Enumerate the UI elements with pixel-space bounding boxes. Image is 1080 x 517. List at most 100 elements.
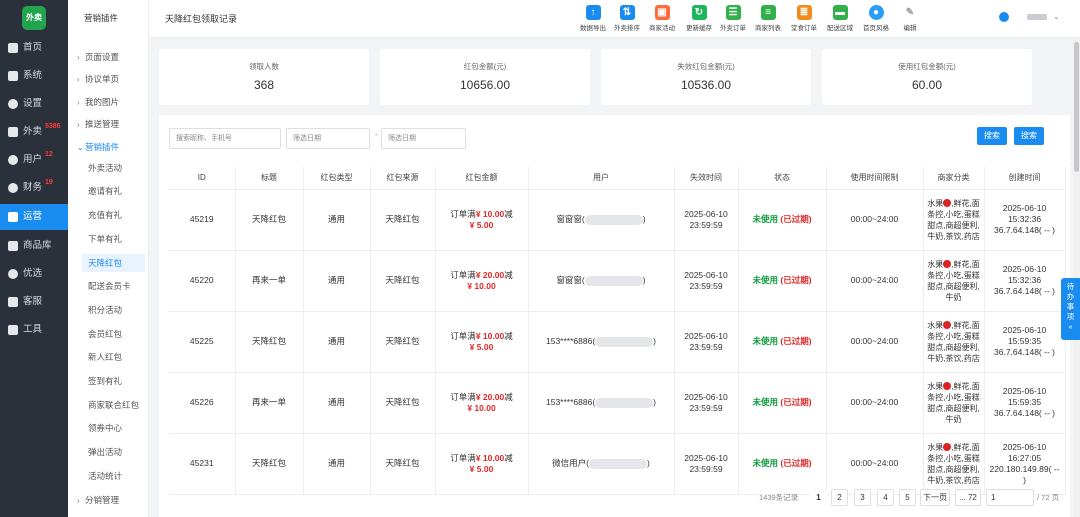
cell-created: 2025-06-10 15:32:36 36.7.64.148( -- ) [984,250,1066,312]
subnav-group-page-settings[interactable]: › 页面设置 [77,51,119,63]
cell-category: 水果 ,鲜花,面条控,小吃,蛋糕甜点,商超便利,牛奶,茶饮,药店 [923,433,985,495]
sidebar-item-label: 工具 [23,324,43,335]
page-button-2[interactable]: 2 [831,489,848,506]
status-expired: (已过期) [780,458,812,468]
cell-category: 水果 ,鲜花,面条控,小吃,蛋糕甜点,商超便利,牛奶 [923,250,985,312]
cell-type: 通用 [303,372,371,434]
amount-mid: 减 [504,208,513,219]
chevron-down-icon[interactable]: ⌄ [1053,12,1060,21]
tool-edit[interactable]: ✎ 编辑 [893,5,927,32]
cell-type: 通用 [303,189,371,251]
money-icon [8,183,18,193]
col-header[interactable]: ID [169,167,236,190]
stat-label: 红包金额(元) [463,62,507,71]
reset-button[interactable]: 搜索 [1014,127,1044,145]
stat-value: 10656.00 [459,78,511,92]
cell-title: 再来一单 [235,372,304,434]
sidebar-item-takeout[interactable]: 外卖 5386 [0,120,68,144]
receipt-icon: ≣ [796,5,812,20]
keyword-search-input[interactable]: 搜索昵称、手机号 [169,128,281,149]
last-page-button[interactable]: ... 72 [955,489,981,506]
tool-merchant-activity[interactable]: ▣ 商家活动 [645,5,679,32]
scrollbar-thumb[interactable] [1074,42,1079,172]
cell-time-limit: 00:00~24:00 [826,311,924,373]
created-time: 16:27:05 [1007,452,1042,463]
tool-label: 首页风格 [863,25,889,32]
subnav-item-stats[interactable]: 活动统计 [82,467,145,485]
tool-merchant-list[interactable]: ≡ 商家列表 [751,5,785,32]
subnav-item-newcomer-redpacket[interactable]: 新人红包 [82,348,145,366]
subnav-item-points[interactable]: 积分活动 [82,301,145,319]
subnav-group-marketing[interactable]: ⌄营销插件 [77,141,119,153]
sidebar-item-home[interactable]: 首页 [0,36,68,60]
subnav-item-checkin[interactable]: 签到有礼 [82,372,145,390]
amount-off: ¥ 10.00 [467,280,496,291]
user-avatar-icon[interactable] [999,12,1009,22]
cell-source: 天降红包 [370,372,436,434]
page-button-4[interactable]: 4 [877,489,894,506]
end-date-input[interactable]: 筛选日期 [381,128,466,149]
status-expired: (已过期) [780,275,812,285]
amount-min: ¥ 10.00 [475,208,505,219]
sidebar-item-product-library[interactable]: 商品库 [0,234,68,258]
subnav-item-takeout-activity[interactable]: 外卖活动 [82,159,145,177]
truck-icon: ▬ [832,5,848,20]
created-date: 2025-06-10 [1002,386,1047,396]
subnav-group-images[interactable]: › 我的图片 [77,96,119,108]
tool-refresh-cache[interactable]: ↻ 更新缓存 [682,5,716,32]
sidebar-item-settings[interactable]: 设置 [0,92,68,116]
cell-created: 2025-06-10 16:27:05 220.180.149.89( -- ) [984,433,1066,495]
subnav-item-member-redpacket[interactable]: 会员红包 [82,325,145,343]
sidebar-item-system[interactable]: 系统 [0,64,68,88]
subnav-item-coupon-center[interactable]: 领券中心 [82,419,145,437]
subnav-group-distribution[interactable]: › 分销管理 [77,494,119,506]
tool-dinein-orders[interactable]: ≣ 堂食订单 [787,5,821,32]
cell-category: 水果 ,鲜花,面条控,小吃,蛋糕甜点,商超便利,牛奶,茶饮,药店 [923,311,985,373]
page-button-5[interactable]: 5 [899,489,916,506]
todo-float-tab[interactable]: 待办事项 « [1061,278,1080,340]
subnav-item-popup[interactable]: 弹出活动 [82,443,145,461]
page-button-3[interactable]: 3 [854,489,871,506]
chevron-down-icon: ⌄ [77,143,84,152]
cell-amount: 订单满¥ 10.00减 ¥ 5.00 [435,433,529,495]
sidebar-item-preferred[interactable]: 优选 [0,262,68,286]
start-date-input[interactable]: 筛选日期 [286,128,370,149]
app-logo[interactable]: 外卖 [22,6,46,30]
sidebar-item-tools[interactable]: 工具 [0,318,68,342]
sidebar-item-users[interactable]: 用户 12 [0,148,68,172]
subnav-group-label: 分销管理 [85,495,120,505]
subnav-group-agreement[interactable]: › 协议单页 [77,73,119,85]
cell-status: 未使用 (已过期) [738,250,827,312]
tool-home-style[interactable]: ● 首页风格 [859,5,893,32]
stat-value: 368 [253,78,275,92]
sidebar-item-finance[interactable]: 财务 19 [0,176,68,200]
subnav-item-delivery-card[interactable]: 配送会员卡 [82,277,145,295]
subnav-item-recharge[interactable]: 充值有礼 [82,206,145,224]
subnav-group-label: 营销插件 [85,142,120,152]
sidebar-badge: 19 [45,179,53,186]
subnav-group-push[interactable]: › 推送管理 [77,118,119,130]
user-name-redacted[interactable] [1027,14,1047,20]
cell-time-limit: 00:00~24:00 [826,372,924,434]
tool-sort[interactable]: ⇅ 外卖排序 [610,5,644,32]
search-button[interactable]: 搜索 [977,127,1007,145]
next-page-button[interactable]: 下一页 [920,489,950,506]
sidebar-item-customer-service[interactable]: 客服 [0,290,68,314]
subnav-item-sky-redpacket[interactable]: 天降红包 [82,254,145,272]
tool-takeout-orders[interactable]: ☰ 外卖订单 [716,5,750,32]
col-header: 状态 [738,167,827,190]
subnav-item-order-gift[interactable]: 下单有礼 [82,230,145,248]
tool-label: 编辑 [903,25,917,32]
chevron-right-icon: › [77,120,80,129]
redacted-phone [584,214,643,225]
sidebar-item-operations[interactable]: 运营 [0,204,68,230]
subnav-group-label: 推送管理 [85,119,120,129]
goto-page-input[interactable]: 1 [986,489,1034,506]
col-header: 用户 [528,167,675,190]
page-button-1[interactable]: 1 [810,489,827,506]
sidebar-item-label: 财务 [23,182,43,193]
tool-delivery-area[interactable]: ▬ 配送区域 [823,5,857,32]
subnav-item-invite[interactable]: 邀请有礼 [82,182,145,200]
tool-export[interactable]: ↑ 数据导出 [576,5,610,32]
subnav-item-merchant-joint[interactable]: 商家联合红包 [82,396,145,414]
